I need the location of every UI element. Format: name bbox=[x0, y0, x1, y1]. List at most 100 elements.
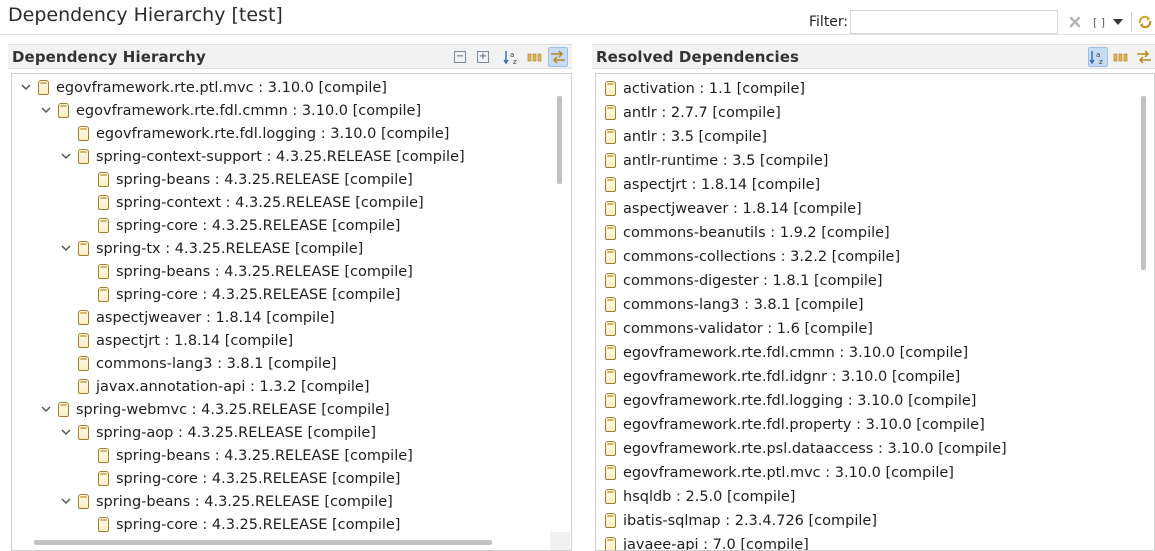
list-item-label: hsqldb : 2.5.0 [compile] bbox=[623, 488, 796, 505]
list-item[interactable]: commons-collections : 3.2.2 [compile] bbox=[605, 245, 900, 268]
jar-icon bbox=[78, 149, 89, 164]
chevron-down-icon[interactable] bbox=[60, 496, 72, 508]
list-item[interactable]: activation : 1.1 [compile] bbox=[605, 77, 805, 100]
bracket-icon[interactable]: [ ] bbox=[1090, 12, 1108, 32]
tree-node[interactable]: egovframework.rte.ptl.mvc : 3.10.0 [comp… bbox=[20, 76, 387, 99]
list-item[interactable]: egovframework.rte.fdl.property : 3.10.0 … bbox=[605, 413, 985, 436]
list-item[interactable]: antlr : 2.7.7 [compile] bbox=[605, 101, 781, 124]
resolved-vscroll-thumb[interactable] bbox=[1141, 96, 1146, 270]
sort-icon[interactable]: az bbox=[502, 47, 522, 67]
list-item[interactable]: egovframework.rte.fdl.idgnr : 3.10.0 [co… bbox=[605, 365, 960, 388]
jar-icon bbox=[78, 494, 89, 509]
hierarchy-vscroll-thumb[interactable] bbox=[557, 96, 562, 184]
list-item-label: egovframework.rte.fdl.property : 3.10.0 … bbox=[623, 416, 985, 433]
tree-node-label: javax.annotation-api : 1.3.2 [compile] bbox=[96, 378, 370, 395]
jar-icon bbox=[605, 129, 616, 144]
list-item[interactable]: ibatis-sqlmap : 2.3.4.726 [compile] bbox=[605, 509, 877, 532]
tree-node[interactable]: spring-core : 4.3.25.RELEASE [compile] bbox=[80, 467, 400, 490]
tree-node[interactable]: spring-beans : 4.3.25.RELEASE [compile] bbox=[60, 490, 393, 513]
svg-text:z: z bbox=[513, 58, 517, 65]
tree-node[interactable]: aspectjrt : 1.8.14 [compile] bbox=[60, 329, 293, 352]
list-item[interactable]: commons-digester : 1.8.1 [compile] bbox=[605, 269, 883, 292]
clear-filter-icon[interactable] bbox=[1067, 12, 1083, 32]
tree-node[interactable]: egovframework.rte.fdl.logging : 3.10.0 [… bbox=[60, 122, 449, 145]
list-item[interactable]: aspectjrt : 1.8.14 [compile] bbox=[605, 173, 820, 196]
list-item-label: egovframework.rte.fdl.logging : 3.10.0 [… bbox=[623, 392, 977, 409]
list-item[interactable]: commons-lang3 : 3.8.1 [compile] bbox=[605, 293, 864, 316]
tree-node[interactable]: spring-tx : 4.3.25.RELEASE [compile] bbox=[60, 237, 363, 260]
jar-icon bbox=[605, 537, 616, 550]
sort-icon[interactable]: az bbox=[1088, 47, 1108, 67]
tree-node[interactable]: spring-beans : 4.3.25.RELEASE [compile] bbox=[80, 260, 413, 283]
tree-node-label: aspectjrt : 1.8.14 [compile] bbox=[96, 332, 294, 349]
chevron-down-icon[interactable] bbox=[60, 243, 72, 255]
tree-node[interactable]: commons-lang3 : 3.8.1 [compile] bbox=[60, 352, 337, 375]
list-item-label: egovframework.rte.fdl.cmmn : 3.10.0 [com… bbox=[623, 344, 969, 361]
list-item-label: antlr : 2.7.7 [compile] bbox=[623, 104, 781, 121]
expand-all-icon[interactable]: + bbox=[473, 47, 493, 67]
tree-node-label: spring-beans : 4.3.25.RELEASE [compile] bbox=[96, 493, 393, 510]
jar-icon bbox=[605, 489, 616, 504]
chevron-down-icon[interactable] bbox=[20, 82, 32, 94]
list-item[interactable]: antlr : 3.5 [compile] bbox=[605, 125, 767, 148]
list-item[interactable]: antlr-runtime : 3.5 [compile] bbox=[605, 149, 828, 172]
tree-node[interactable]: spring-aop : 4.3.25.RELEASE [compile] bbox=[60, 421, 376, 444]
list-item-label: egovframework.rte.psl.dataaccess : 3.10.… bbox=[623, 440, 1007, 457]
jar-icon bbox=[98, 517, 109, 532]
tree-node[interactable]: spring-webmvc : 4.3.25.RELEASE [compile] bbox=[40, 398, 390, 421]
resolved-title: Resolved Dependencies bbox=[596, 48, 800, 66]
resolved-vertical-scrollbar[interactable] bbox=[1134, 74, 1154, 550]
hierarchy-tree[interactable]: egovframework.rte.ptl.mvc : 3.10.0 [comp… bbox=[11, 73, 572, 551]
list-item[interactable]: javaee-api : 7.0 [compile] bbox=[605, 533, 809, 550]
tree-node-label: spring-core : 4.3.25.RELEASE [compile] bbox=[116, 516, 401, 533]
tree-node-label: spring-beans : 4.3.25.RELEASE [compile] bbox=[116, 171, 413, 188]
jar-icon bbox=[605, 393, 616, 408]
tree-node[interactable]: spring-beans : 4.3.25.RELEASE [compile] bbox=[80, 444, 413, 467]
show-group-icon[interactable] bbox=[548, 47, 568, 67]
tree-node-label: spring-context : 4.3.25.RELEASE [compile… bbox=[116, 194, 424, 211]
list-item-label: aspectjweaver : 1.8.14 [compile] bbox=[623, 200, 862, 217]
hierarchy-vertical-scrollbar[interactable] bbox=[550, 74, 570, 550]
title-divider bbox=[0, 34, 1155, 35]
resolved-list[interactable]: activation : 1.1 [compile] antlr : 2.7.7 … bbox=[595, 73, 1155, 551]
jar-icon bbox=[98, 195, 109, 210]
hierarchy-hscroll-thumb[interactable] bbox=[34, 540, 492, 545]
filter-label: Filter: bbox=[809, 14, 849, 30]
tree-node[interactable]: spring-beans : 4.3.25.RELEASE [compile] bbox=[80, 168, 413, 191]
tree-node[interactable]: spring-context-support : 4.3.25.RELEASE … bbox=[60, 145, 465, 168]
chevron-down-icon[interactable] bbox=[40, 404, 52, 416]
tree-node-label: spring-core : 4.3.25.RELEASE [compile] bbox=[116, 286, 401, 303]
tree-node[interactable]: javax.annotation-api : 1.3.2 [compile] bbox=[60, 375, 369, 398]
jar-icon bbox=[605, 177, 616, 192]
view-menu-icon[interactable] bbox=[1111, 12, 1125, 32]
jar-icon bbox=[78, 379, 89, 394]
list-item-label: antlr : 3.5 [compile] bbox=[623, 128, 767, 145]
tree-node[interactable]: spring-core : 4.3.25.RELEASE [compile] bbox=[80, 214, 400, 237]
list-item[interactable]: egovframework.rte.fdl.cmmn : 3.10.0 [com… bbox=[605, 341, 968, 364]
show-version-icon[interactable] bbox=[525, 47, 545, 67]
collapse-all-icon[interactable]: − bbox=[450, 47, 470, 67]
tree-node[interactable]: egovframework.rte.fdl.cmmn : 3.10.0 [com… bbox=[40, 99, 421, 122]
jar-icon bbox=[605, 201, 616, 216]
chevron-down-icon[interactable] bbox=[60, 151, 72, 163]
filter-input[interactable] bbox=[850, 10, 1058, 34]
tree-node[interactable]: spring-core : 4.3.25.RELEASE [compile] bbox=[80, 283, 400, 306]
sync-icon[interactable] bbox=[1136, 12, 1154, 32]
list-item[interactable]: aspectjweaver : 1.8.14 [compile] bbox=[605, 197, 862, 220]
chevron-down-icon[interactable] bbox=[60, 427, 72, 439]
list-item[interactable]: commons-validator : 1.6 [compile] bbox=[605, 317, 873, 340]
tree-node[interactable]: spring-core : 4.3.25.RELEASE [compile] bbox=[80, 513, 400, 536]
list-item[interactable]: egovframework.rte.ptl.mvc : 3.10.0 [comp… bbox=[605, 461, 954, 484]
tree-node[interactable]: aspectjweaver : 1.8.14 [compile] bbox=[60, 306, 335, 329]
list-item[interactable]: egovframework.rte.fdl.logging : 3.10.0 [… bbox=[605, 389, 976, 412]
tree-node-label: egovframework.rte.ptl.mvc : 3.10.0 [comp… bbox=[56, 79, 387, 96]
hierarchy-header: Dependency Hierarchy − + az bbox=[8, 44, 572, 69]
list-item[interactable]: commons-beanutils : 1.9.2 [compile] bbox=[605, 221, 890, 244]
chevron-down-icon[interactable] bbox=[40, 105, 52, 117]
list-item[interactable]: egovframework.rte.psl.dataaccess : 3.10.… bbox=[605, 437, 1007, 460]
tree-node[interactable]: spring-context : 4.3.25.RELEASE [compile… bbox=[80, 191, 424, 214]
show-group-icon[interactable] bbox=[1134, 47, 1154, 67]
jar-icon bbox=[58, 402, 69, 417]
list-item[interactable]: hsqldb : 2.5.0 [compile] bbox=[605, 485, 795, 508]
show-version-icon[interactable] bbox=[1111, 47, 1131, 67]
